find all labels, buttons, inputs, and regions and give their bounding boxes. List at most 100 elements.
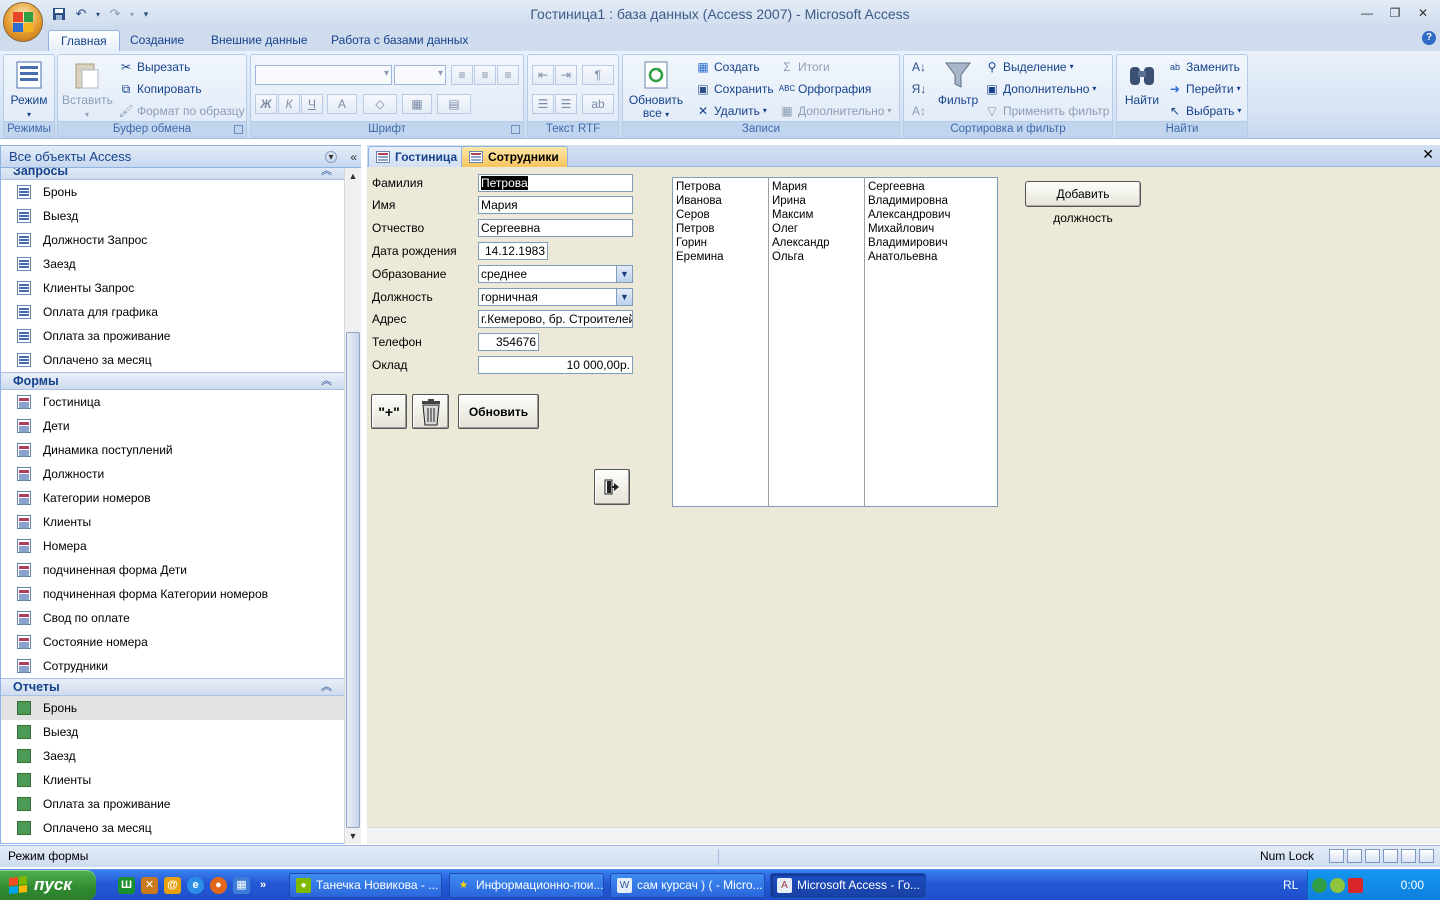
goto-button[interactable]: ➜ Перейти ▾ — [1167, 79, 1241, 99]
restore-icon[interactable]: ❐ — [1382, 4, 1408, 22]
nav-item[interactable]: Оплачено за месяц — [1, 348, 344, 372]
nav-item[interactable]: Номера — [1, 534, 344, 558]
task-browser[interactable]: ★ Информационно-пои... — [449, 873, 604, 898]
sort-ascending-icon[interactable]: A↓ — [908, 57, 930, 77]
refresh-form-button[interactable]: Обновить — [458, 394, 539, 429]
clipboard-launcher-icon[interactable] — [234, 125, 243, 134]
close-document-icon[interactable]: ✕ — [1422, 146, 1434, 163]
font-launcher-icon[interactable] — [511, 125, 520, 134]
tab-external-data[interactable]: Внешние данные — [199, 30, 320, 52]
ql-app-icon[interactable]: Ш — [118, 877, 135, 894]
nav-item[interactable]: Бронь — [1, 696, 344, 720]
nav-item[interactable]: Бронь — [1, 180, 344, 204]
format-painter-button[interactable]: 🖌 Формат по образцу — [118, 101, 244, 121]
office-button[interactable] — [3, 2, 43, 42]
nav-item[interactable]: Клиенты — [1, 768, 344, 792]
nav-item[interactable]: Оплачено за месяц — [1, 816, 344, 840]
tab-database-tools[interactable]: Работа с базами данных — [319, 30, 480, 52]
tab-create[interactable]: Создание — [118, 30, 196, 52]
task-chat[interactable]: ● Танечка Новикова - ... — [289, 873, 442, 898]
nav-item[interactable]: Клиенты Запрос — [1, 276, 344, 300]
toggle-filter-button[interactable]: ▽ Применить фильтр — [984, 101, 1109, 121]
sort-descending-icon[interactable]: Я↓ — [908, 79, 930, 99]
scroll-thumb[interactable] — [346, 332, 360, 828]
delete-record-button[interactable]: ✕ Удалить ▾ — [695, 101, 767, 121]
ql-more-icon[interactable]: » — [258, 877, 268, 894]
task-access[interactable]: A Microsoft Access - Го... — [770, 873, 926, 898]
form-view-icon[interactable] — [1329, 849, 1344, 863]
italic-button[interactable]: К — [278, 94, 300, 114]
gridlines-icon[interactable]: ▦ — [402, 94, 432, 114]
nav-pane-header[interactable]: Все объекты Access ▾ « — [1, 146, 361, 168]
nav-item[interactable]: Должности Запрос — [1, 228, 344, 252]
help-icon[interactable]: ? — [1422, 31, 1436, 45]
paragraph-direction-icon[interactable]: ¶ — [582, 65, 614, 85]
nav-item[interactable]: Состояние номера — [1, 630, 344, 654]
surname-field[interactable]: Петрова — [478, 174, 633, 192]
nav-item[interactable]: Оплата за проживание — [1, 792, 344, 816]
task-word[interactable]: Wсам курсач ) ( - Micro... — [610, 873, 765, 898]
nav-item[interactable]: Выезд — [1, 204, 344, 228]
nav-section-reports[interactable]: Отчеты ︽ — [1, 678, 344, 696]
ql-firefox-icon[interactable]: ● — [210, 877, 227, 894]
align-right-icon[interactable]: ≡ — [497, 65, 519, 85]
nav-item[interactable]: Должности — [1, 462, 344, 486]
spelling-button[interactable]: ABC Орфография — [779, 79, 872, 99]
select-button[interactable]: ↖ Выбрать ▾ — [1167, 101, 1241, 121]
increase-indent-icon[interactable]: ⇥ — [555, 65, 577, 85]
ql-paint-icon[interactable]: ▦ — [233, 877, 250, 894]
employees-listbox[interactable]: Петрова Иванова Серов Петров Горин Еремина Ма… — [672, 177, 998, 507]
scroll-down-icon[interactable]: ▼ — [348, 831, 358, 841]
salary-field[interactable]: 10 000,00р. — [478, 356, 633, 374]
nav-section-forms[interactable]: Формы ︽ — [1, 372, 344, 390]
nav-item[interactable]: Динамика поступлений — [1, 438, 344, 462]
ql-image-icon[interactable]: ✕ — [141, 877, 158, 894]
clear-sort-icon[interactable]: A↕ — [908, 101, 930, 121]
layout-view-icon[interactable] — [1401, 849, 1416, 863]
nav-item[interactable]: Дети — [1, 414, 344, 438]
advanced-filter-button[interactable]: ▣ Дополнительно ▾ — [984, 79, 1096, 99]
ql-mail-icon[interactable]: @ — [164, 877, 181, 894]
chevron-down-icon[interactable]: ▼ — [616, 266, 632, 282]
fill-color-icon[interactable]: ◇ — [363, 94, 397, 114]
font-color-icon[interactable]: A — [327, 94, 357, 114]
ql-ie-icon[interactable]: e — [187, 877, 204, 894]
add-position-button[interactable]: Добавить должность — [1025, 181, 1141, 225]
datasheet-view-icon[interactable] — [1347, 849, 1362, 863]
nav-item[interactable]: Выезд — [1, 720, 344, 744]
delete-record-form-button[interactable] — [412, 394, 449, 429]
tray-icq-icon[interactable] — [1330, 878, 1345, 893]
font-name-combo[interactable] — [255, 65, 392, 85]
tray-arrow-icon[interactable] — [1312, 878, 1327, 893]
name-field[interactable]: Мария — [478, 196, 633, 214]
nav-scrollbar[interactable]: ▲ ▼ — [344, 168, 361, 844]
decrease-indent-icon[interactable]: ⇤ — [532, 65, 554, 85]
totals-button[interactable]: Σ Итоги — [779, 57, 829, 77]
paste-button[interactable]: Вставить ▾ — [62, 59, 113, 121]
nav-item[interactable]: Сотрудники — [1, 654, 344, 678]
underline-button[interactable]: Ч — [301, 94, 323, 114]
alternate-fill-icon[interactable]: ▤ — [437, 94, 471, 114]
nav-item[interactable]: Категории номеров — [1, 486, 344, 510]
more-records-button[interactable]: ▦ Дополнительно ▾ — [779, 101, 891, 121]
bullets-icon[interactable]: ☰ — [555, 94, 577, 114]
position-select[interactable]: горничная ▼ — [478, 288, 633, 306]
align-center-icon[interactable]: ≡ — [474, 65, 496, 85]
new-record-button[interactable]: ▦ Создать — [695, 57, 759, 77]
address-field[interactable]: г.Кемерово, бр. Строителей, 5 — [478, 310, 633, 328]
close-icon[interactable]: ✕ — [1410, 4, 1436, 22]
pivot-chart-icon[interactable] — [1383, 849, 1398, 863]
replace-button[interactable]: ab Заменить — [1167, 57, 1240, 77]
refresh-all-button[interactable]: Обновить все ▾ — [625, 59, 687, 121]
nav-item[interactable]: Клиенты — [1, 510, 344, 534]
align-left-icon[interactable]: ≡ — [451, 65, 473, 85]
minimize-icon[interactable]: — — [1354, 4, 1380, 22]
add-record-button[interactable]: "+" — [371, 394, 407, 429]
exit-form-button[interactable] — [594, 469, 630, 505]
tab-home[interactable]: Главная — [48, 30, 120, 52]
language-indicator[interactable]: RL — [1283, 878, 1298, 892]
nav-section-queries[interactable]: Запросы ︽ — [1, 168, 344, 180]
copy-button[interactable]: ⧉ Копировать — [118, 79, 202, 99]
start-button[interactable]: пуск — [0, 870, 96, 900]
find-button[interactable]: Найти — [1119, 59, 1165, 107]
